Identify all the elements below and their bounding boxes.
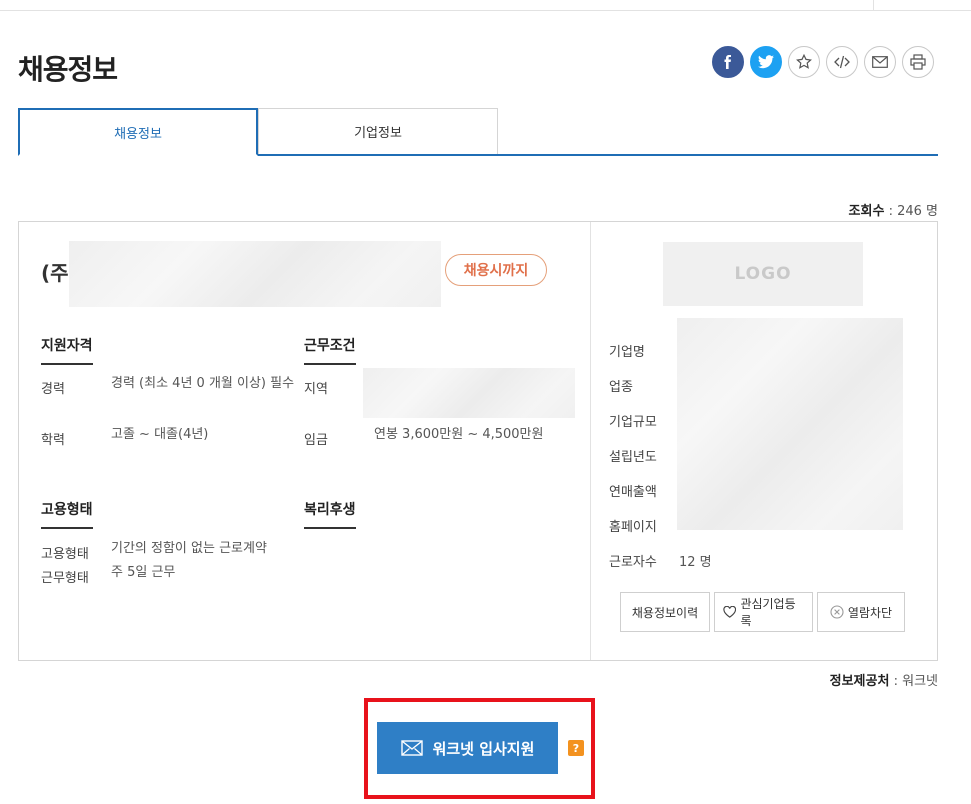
block-view-button[interactable]: 열람차단 xyxy=(817,592,905,632)
company-label: 업종 xyxy=(609,380,633,395)
info-source: 정보제공처 : 워크넷 xyxy=(829,674,938,689)
section-benefits: 복리후생 xyxy=(304,499,356,529)
view-count: 조회수 : 246 명 xyxy=(848,204,938,219)
condition-label: 지역 xyxy=(304,382,328,397)
heart-icon xyxy=(723,606,737,618)
redacted-company-details xyxy=(677,318,903,530)
card-divider xyxy=(590,222,591,660)
tab-bar: 채용정보 기업정보 xyxy=(18,108,938,156)
embed-code-icon[interactable] xyxy=(826,46,858,78)
help-icon[interactable]: ? xyxy=(568,740,584,756)
company-label: 기업규모 xyxy=(609,415,657,430)
share-toolbar xyxy=(712,46,934,78)
company-logo: LOGO xyxy=(663,242,863,306)
top-divider xyxy=(0,10,971,11)
section-employment: 고용형태 xyxy=(41,499,93,529)
condition-value: 연봉 3,600만원 ~ 4,500만원 xyxy=(374,427,544,442)
section-conditions: 근무조건 xyxy=(304,335,356,365)
info-source-label: 정보제공처 xyxy=(829,674,890,689)
company-actions: 채용정보이력 관심기업등록 열람차단 xyxy=(620,592,905,632)
view-count-label: 조회수 xyxy=(848,204,885,219)
top-tab-edge xyxy=(873,0,874,10)
star-icon[interactable] xyxy=(788,46,820,78)
tab-company-info[interactable]: 기업정보 xyxy=(258,108,498,154)
company-label: 설립년도 xyxy=(609,450,657,465)
mail-icon xyxy=(400,740,423,756)
job-detail-card: (주 채용시까지 지원자격 경력 경력 (최소 4년 0 개월 이상) 필수 학… xyxy=(18,221,938,661)
company-label: 연매출액 xyxy=(609,485,657,500)
tab-job-info[interactable]: 채용정보 xyxy=(18,108,258,156)
favorite-company-label: 관심기업등록 xyxy=(740,597,796,628)
company-label: 근로자수 xyxy=(609,555,657,570)
employment-label: 근무형태 xyxy=(41,571,89,586)
page-title: 채용정보 xyxy=(18,53,118,86)
company-label: 기업명 xyxy=(609,345,645,360)
qualification-value: 고졸 ~ 대졸(4년) xyxy=(111,427,209,442)
employment-value: 기간의 정함이 없는 근로계약 xyxy=(111,541,267,556)
job-history-button[interactable]: 채용정보이력 xyxy=(620,592,710,632)
view-count-value: 246 명 xyxy=(897,204,938,219)
job-history-label: 채용정보이력 xyxy=(631,605,699,620)
close-circle-icon xyxy=(830,605,844,619)
apply-button-label: 워크넷 입사지원 xyxy=(432,739,535,758)
mail-icon[interactable] xyxy=(864,46,896,78)
company-label: 홈페이지 xyxy=(609,520,657,535)
facebook-icon[interactable] xyxy=(712,46,744,78)
redacted-region xyxy=(363,368,575,418)
deadline-badge: 채용시까지 xyxy=(445,254,547,286)
company-name: (주 xyxy=(41,261,69,285)
employment-value: 주 5일 근무 xyxy=(111,565,176,580)
favorite-company-button[interactable]: 관심기업등록 xyxy=(714,592,813,632)
qualification-label: 학력 xyxy=(41,433,65,448)
qualification-label: 경력 xyxy=(41,382,65,397)
apply-button[interactable]: 워크넷 입사지원 xyxy=(377,722,558,774)
print-icon[interactable] xyxy=(902,46,934,78)
twitter-icon[interactable] xyxy=(750,46,782,78)
qualification-value: 경력 (최소 4년 0 개월 이상) 필수 xyxy=(111,376,295,391)
condition-label: 임금 xyxy=(304,433,328,448)
block-view-label: 열람차단 xyxy=(847,605,893,620)
redacted-company-name xyxy=(69,241,441,307)
employment-label: 고용형태 xyxy=(41,547,89,562)
info-source-value: 워크넷 xyxy=(902,674,938,689)
employee-count: 12 명 xyxy=(679,555,712,570)
section-qualifications: 지원자격 xyxy=(41,335,93,365)
